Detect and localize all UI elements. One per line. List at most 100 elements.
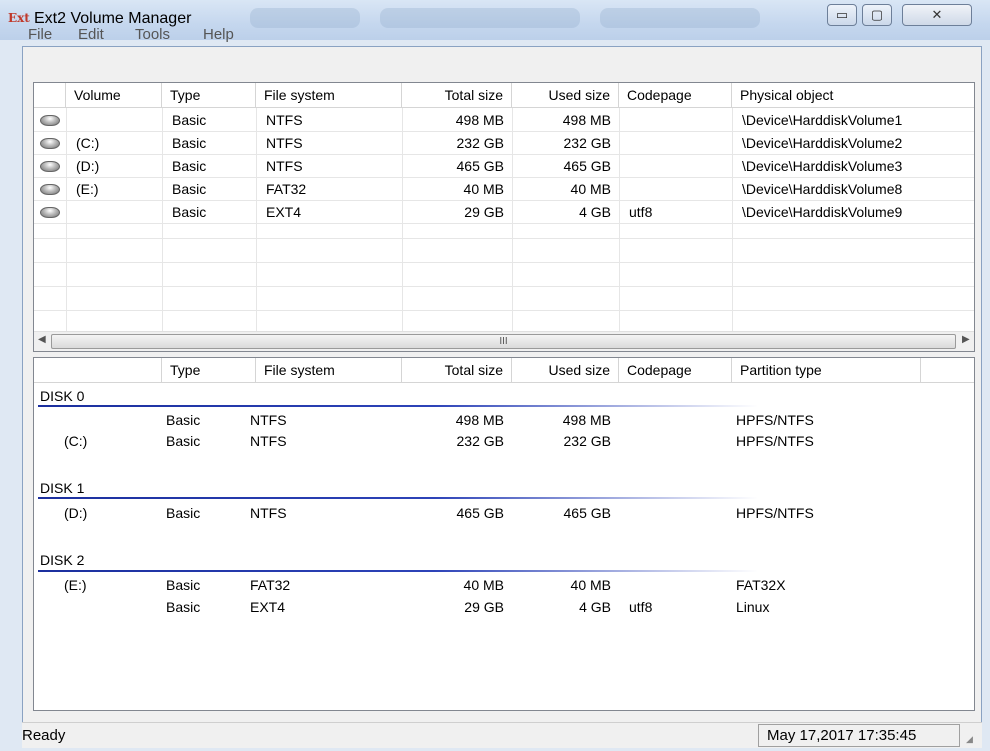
cell-file-system: NTFS — [266, 135, 303, 151]
close-button[interactable]: ✕ — [902, 4, 972, 26]
table-row[interactable]: (C:) Basic NTFS 232 GB 232 GB \Device\Ha… — [34, 132, 974, 155]
cell-partition-type: FAT32X — [736, 577, 786, 593]
cell-volume: (E:) — [64, 577, 87, 593]
table-row[interactable]: (C:) Basic NTFS 232 GB 232 GB HPFS/NTFS — [34, 430, 974, 453]
drive-icon — [40, 138, 60, 149]
cell-used-size: 40 MB — [570, 577, 611, 593]
menu-tools[interactable]: Tools — [135, 26, 170, 43]
table-row[interactable]: (E:) Basic FAT32 40 MB 40 MB \Device\Har… — [34, 178, 974, 201]
cell-type: Basic — [172, 158, 207, 174]
cell-total-size: 29 GB — [464, 204, 504, 220]
cell-type: Basic — [166, 505, 201, 521]
cell-total-size: 40 MB — [463, 181, 504, 197]
disk-group-label[interactable]: DISK 0 — [40, 388, 84, 404]
cell-file-system: EXT4 — [266, 204, 302, 220]
cell-file-system: NTFS — [266, 112, 303, 128]
table-row[interactable]: (D:) Basic NTFS 465 GB 465 GB \Device\Ha… — [34, 155, 974, 178]
cell-volume: (C:) — [64, 433, 88, 449]
status-datetime: May 17,2017 17:35:45 — [758, 724, 960, 747]
column-header-used-size[interactable]: Used size — [512, 358, 619, 383]
cell-type: Basic — [172, 112, 207, 128]
scroll-left-arrow-icon[interactable]: ◀ — [38, 334, 46, 345]
column-header-file-system[interactable]: File system — [256, 83, 402, 108]
table-row[interactable]: Basic NTFS 498 MB 498 MB \Device\Harddis… — [34, 109, 974, 132]
scrollbar-grip-icon: III — [499, 336, 508, 347]
minimize-icon: ▭ — [835, 7, 849, 22]
column-header-empty[interactable] — [921, 358, 974, 383]
grid-line — [34, 286, 974, 287]
column-header-total-size[interactable]: Total size — [402, 358, 512, 383]
cell-physical-object: \Device\HarddiskVolume2 — [742, 135, 903, 151]
column-header-total-size[interactable]: Total size — [402, 83, 512, 108]
cell-total-size: 232 GB — [456, 433, 504, 449]
table-row[interactable]: Basic EXT4 29 GB 4 GB utf8 Linux — [34, 596, 974, 619]
horizontal-scrollbar[interactable]: ◀ III ▶ — [34, 331, 974, 351]
cell-partition-type: HPFS/NTFS — [736, 433, 814, 449]
cell-type: Basic — [166, 412, 201, 428]
cell-file-system: EXT4 — [250, 599, 286, 615]
cell-type: Basic — [166, 577, 201, 593]
menu-file[interactable]: File — [28, 26, 52, 43]
disk-list[interactable]: Type File system Total size Used size Co… — [33, 357, 975, 711]
column-header-codepage[interactable]: Codepage — [619, 83, 732, 108]
scroll-right-arrow-icon[interactable]: ▶ — [962, 334, 970, 345]
table-row[interactable]: Basic NTFS 498 MB 498 MB HPFS/NTFS — [34, 409, 974, 432]
cell-physical-object: \Device\HarddiskVolume3 — [742, 158, 903, 174]
volume-list[interactable]: Volume Type File system Total size Used … — [33, 82, 975, 352]
cell-volume: (D:) — [64, 505, 88, 521]
grid-line — [34, 262, 974, 263]
cell-total-size: 232 GB — [456, 135, 504, 151]
cell-file-system: NTFS — [266, 158, 303, 174]
grid-line — [34, 310, 974, 311]
cell-type: Basic — [172, 135, 207, 151]
disk-group-label[interactable]: DISK 2 — [40, 552, 84, 568]
column-header-volume[interactable] — [34, 358, 162, 383]
cell-volume: (D:) — [76, 158, 100, 174]
scrollbar-thumb[interactable]: III — [51, 334, 956, 349]
cell-used-size: 465 GB — [563, 505, 611, 521]
menu-help[interactable]: Help — [203, 26, 234, 43]
drive-icon — [40, 161, 60, 172]
column-header-physical-object[interactable]: Physical object — [732, 83, 974, 108]
minimize-button[interactable]: ▭ — [827, 4, 857, 26]
table-row[interactable]: (E:) Basic FAT32 40 MB 40 MB FAT32X — [34, 574, 974, 597]
cell-type: Basic — [166, 433, 201, 449]
cell-codepage: utf8 — [629, 204, 653, 220]
cell-codepage: utf8 — [629, 599, 653, 615]
disk-group-divider — [38, 570, 758, 572]
maximize-icon: ▢ — [870, 7, 884, 22]
resize-grip-icon[interactable]: ◢ — [966, 734, 978, 746]
column-header-codepage[interactable]: Codepage — [619, 358, 732, 383]
disk-group-label[interactable]: DISK 1 — [40, 480, 84, 496]
column-header-file-system[interactable]: File system — [256, 358, 402, 383]
table-row[interactable]: (D:) Basic NTFS 465 GB 465 GB HPFS/NTFS — [34, 502, 974, 525]
cell-used-size: 4 GB — [579, 204, 611, 220]
drive-icon — [40, 207, 60, 218]
volume-list-header: Volume Type File system Total size Used … — [34, 83, 974, 108]
cell-total-size: 465 GB — [456, 158, 504, 174]
cell-used-size: 465 GB — [563, 158, 611, 174]
cell-used-size: 40 MB — [570, 181, 611, 197]
app-icon: Ext — [8, 11, 30, 25]
column-header-partition-type[interactable]: Partition type — [732, 358, 921, 383]
cell-partition-type: HPFS/NTFS — [736, 412, 814, 428]
column-header-volume[interactable]: Volume — [66, 83, 162, 108]
column-header-type[interactable]: Type — [162, 358, 256, 383]
column-header-type[interactable]: Type — [162, 83, 256, 108]
grid-line — [34, 238, 974, 239]
drive-icon — [40, 184, 60, 195]
cell-total-size: 498 MB — [455, 412, 504, 428]
maximize-button[interactable]: ▢ — [862, 4, 892, 26]
cell-type: Basic — [172, 181, 207, 197]
disk-group-divider — [38, 405, 758, 407]
cell-physical-object: \Device\HarddiskVolume1 — [742, 112, 903, 128]
cell-used-size: 498 MB — [562, 412, 611, 428]
cell-type: Basic — [172, 204, 207, 220]
column-header-used-size[interactable]: Used size — [512, 83, 619, 108]
table-row[interactable]: Basic EXT4 29 GB 4 GB utf8 \Device\Hardd… — [34, 201, 974, 224]
cell-file-system: FAT32 — [250, 577, 291, 593]
column-header-icon[interactable] — [34, 83, 66, 108]
cell-total-size: 465 GB — [456, 505, 504, 521]
menu-edit[interactable]: Edit — [78, 26, 104, 43]
cell-total-size: 40 MB — [463, 577, 504, 593]
